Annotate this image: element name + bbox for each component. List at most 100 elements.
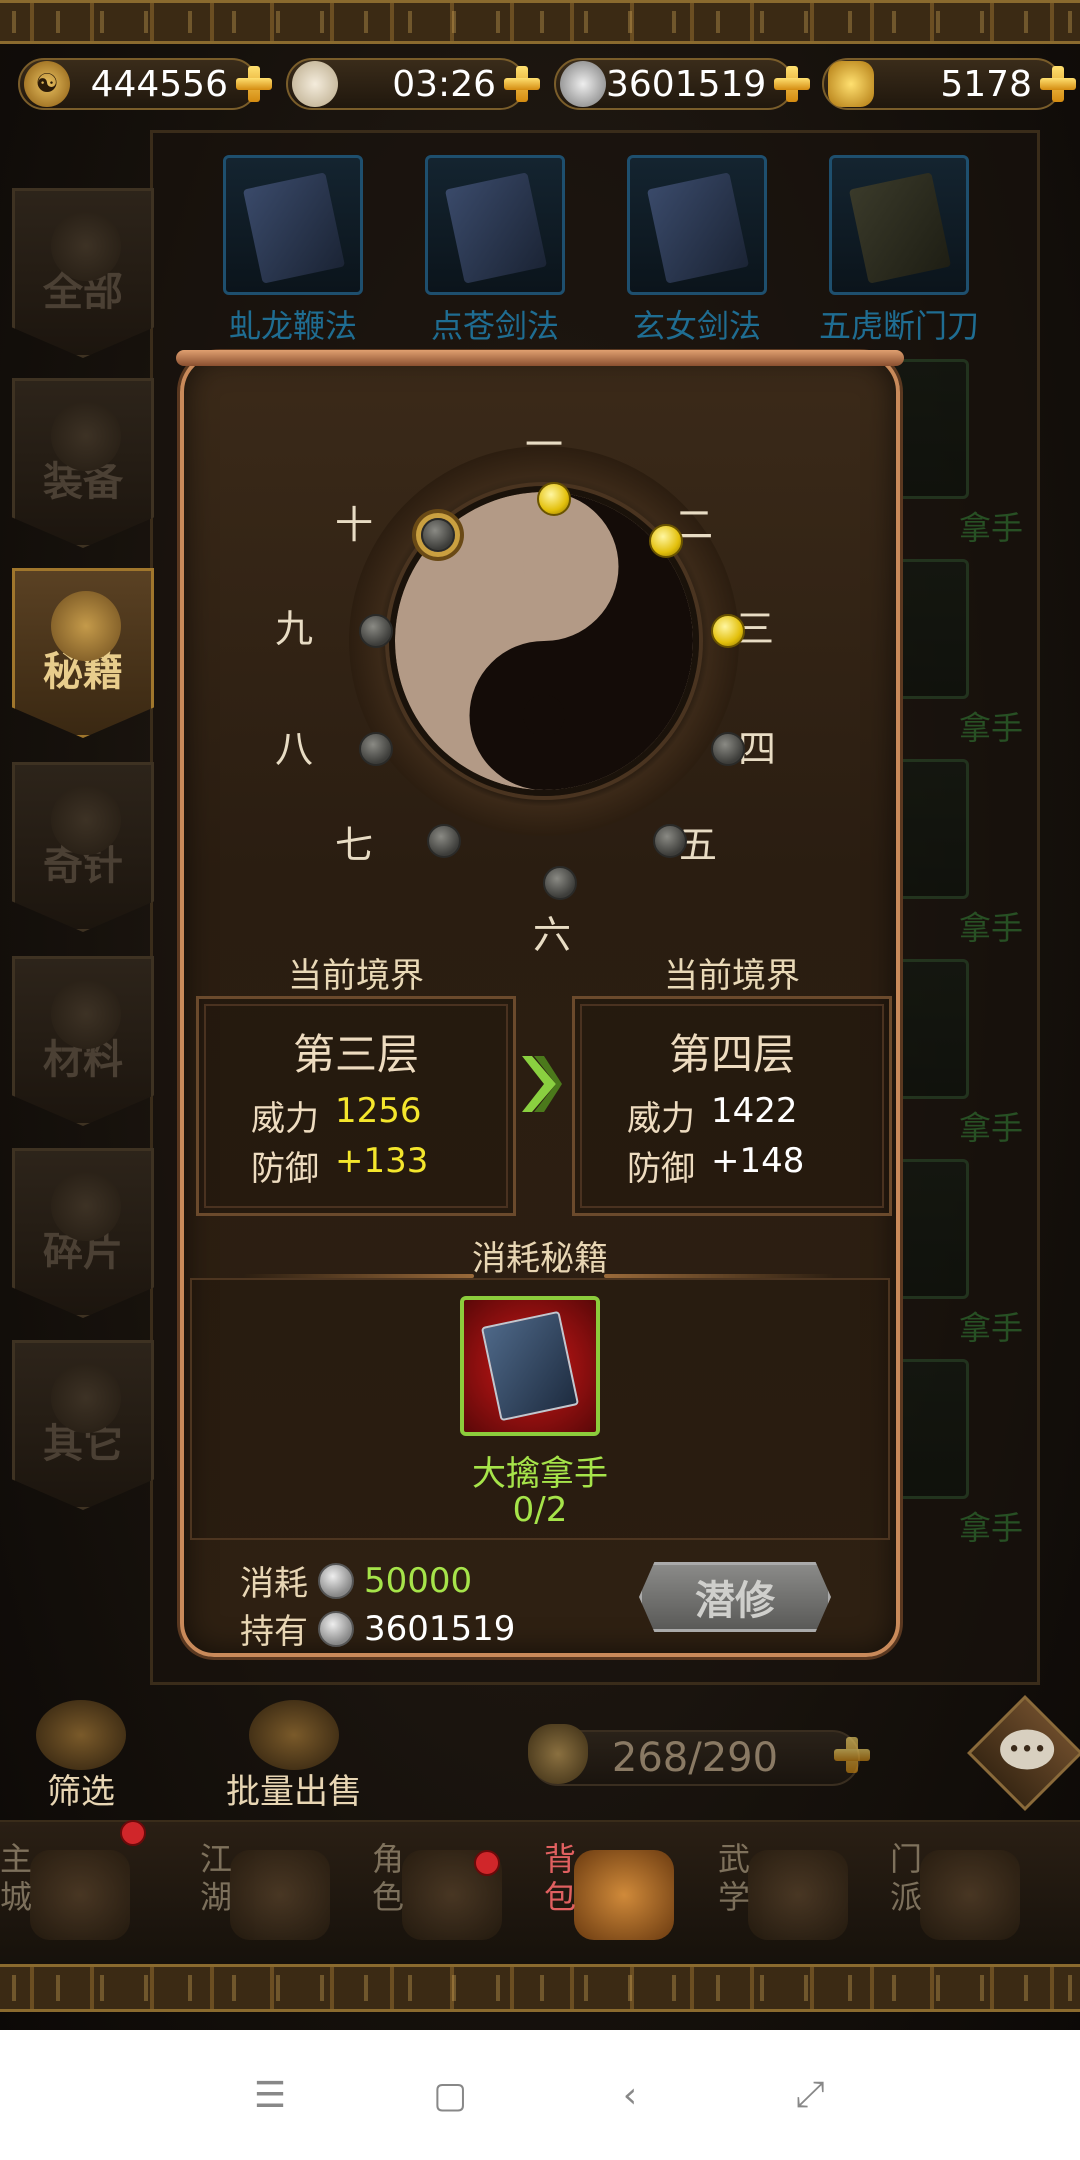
needle-icon [51, 785, 121, 855]
inventory-item[interactable] [223, 155, 363, 295]
fragment-scroll-icon [51, 1171, 121, 1241]
currency-jade-value: 444556 [90, 63, 228, 105]
crossed-weapons-icon [230, 1850, 330, 1940]
wheel-node[interactable] [711, 614, 745, 648]
currency-gold: 5178 [822, 58, 1076, 110]
wheel-node[interactable] [359, 732, 393, 766]
silver-coin-icon [318, 1610, 354, 1647]
currency-stamina: 03:26 [286, 58, 540, 110]
current-power-row: 威力 1256 [251, 1091, 422, 1140]
tab-needles[interactable]: 奇针 [12, 762, 154, 932]
wheel-node[interactable] [543, 866, 577, 900]
nav-main-city[interactable]: 主城 [0, 1830, 150, 1960]
current-level-heading: 当前境界 [288, 956, 424, 996]
manual-book-icon [480, 1310, 580, 1422]
add-stamina-button[interactable] [502, 64, 542, 104]
add-silver-button[interactable] [772, 64, 812, 104]
screenshot-icon[interactable]: ⤢ [790, 2074, 830, 2115]
add-jade-button[interactable] [234, 64, 274, 104]
inventory-item-label: 点苍剑法 [430, 307, 559, 345]
menu-icon[interactable]: ☰ [250, 2075, 290, 2116]
wheel-node[interactable] [359, 614, 393, 648]
nav-character[interactable]: 角色 [372, 1830, 522, 1960]
notification-badge [474, 1850, 500, 1876]
gold-ingot-icon [828, 61, 874, 107]
next-level-box: 第四层 威力 1422 防御 +148 [572, 996, 892, 1216]
system-nav-bar: ☰ ▢ ‹ ⤢ [0, 2030, 1080, 2160]
tab-all[interactable]: 全部 [12, 188, 154, 358]
nav-sect[interactable]: 门派 [890, 1830, 1040, 1960]
scroll-book-icon [51, 591, 121, 661]
next-defense-value: +148 [711, 1141, 805, 1181]
city-gate-icon [30, 1850, 130, 1940]
book-icon [444, 172, 548, 284]
inventory-item[interactable] [627, 155, 767, 295]
current-level-box: 第三层 威力 1256 防御 +133 [196, 996, 516, 1216]
cost-row: 消耗 50000 [240, 1556, 472, 1605]
power-label: 威力 [251, 1099, 319, 1139]
nav-jianghu[interactable]: 江湖 [200, 1830, 350, 1960]
inventory-item-label: 拿手 [958, 1309, 1023, 1347]
defense-label: 防御 [627, 1149, 695, 1189]
bulk-sell-button[interactable]: 批量出售 [226, 1700, 362, 1813]
bulk-sell-label: 批量出售 [226, 1772, 362, 1812]
popup-top-trim [176, 350, 904, 366]
wheel-node[interactable] [649, 524, 683, 558]
tab-equipment[interactable]: 装备 [12, 378, 154, 548]
inventory-item-label: 拿手 [958, 1509, 1023, 1547]
current-defense-value: +133 [335, 1141, 429, 1181]
wheel-node[interactable] [537, 482, 571, 516]
currency-silver-value: 3601519 [606, 63, 767, 105]
inventory-item-label: 五虎断门刀 [818, 307, 979, 345]
book-icon [242, 172, 346, 284]
game-screen: ☯ 444556 03:26 3601519 5178 虬龙鞭法 点苍剑法 玄女… [0, 0, 1080, 2160]
book-icon [848, 172, 952, 284]
silver-coin-icon [560, 61, 606, 107]
next-power-value: 1422 [711, 1091, 798, 1131]
wheel-node[interactable] [421, 518, 455, 552]
consume-title: 消耗秘籍 [472, 1239, 608, 1279]
nav-label: 角色 [372, 1840, 405, 1916]
tab-fragments[interactable]: 碎片 [12, 1148, 154, 1318]
nav-label: 江湖 [200, 1840, 233, 1916]
tab-materials[interactable]: 材料 [12, 956, 154, 1126]
add-gold-button[interactable] [1038, 64, 1078, 104]
expand-bag-button[interactable] [832, 1735, 872, 1775]
wheel-node[interactable] [711, 732, 745, 766]
wheel-node[interactable] [427, 824, 461, 858]
tab-manuals[interactable]: 秘籍 [12, 568, 154, 738]
tab-other[interactable]: 其它 [12, 1340, 154, 1510]
power-label: 威力 [627, 1099, 695, 1139]
nav-label: 背包 [544, 1840, 577, 1916]
home-icon[interactable]: ▢ [430, 2075, 470, 2116]
cultivate-button[interactable]: 潜修 [639, 1562, 831, 1632]
inventory-item[interactable] [425, 155, 565, 295]
bun-stamina-icon [292, 61, 338, 107]
gourd-icon [51, 1363, 121, 1433]
wheel-numeral: 八 [274, 727, 313, 771]
inventory-item[interactable] [829, 155, 969, 295]
nav-bag[interactable]: 背包 [544, 1830, 694, 1960]
sword-icon [51, 401, 121, 471]
consume-book-slot[interactable] [460, 1296, 600, 1436]
ore-icon [51, 979, 121, 1049]
chat-button[interactable]: ••• [967, 1695, 1080, 1811]
wheel-node[interactable] [653, 824, 687, 858]
next-level-title: 第四层 [668, 1030, 795, 1079]
next-defense-row: 防御 +148 [627, 1141, 804, 1190]
cultivation-popup: 一 二 三 四 五 六 七 八 九 十 当前境界 当前境界 第三层 威力 125… [176, 350, 904, 1657]
coins-icon [249, 1700, 339, 1770]
nav-martial-arts[interactable]: 武学 [718, 1830, 868, 1960]
book-icon [646, 172, 750, 284]
owned-row: 持有 3601519 [240, 1604, 515, 1653]
bottom-ornament-border [0, 1964, 1080, 2012]
consume-book-count: 0/2 [512, 1490, 568, 1530]
currency-silver: 3601519 [554, 58, 811, 110]
owned-value: 3601519 [364, 1608, 516, 1649]
filter-button[interactable]: 筛选 [36, 1700, 126, 1813]
top-ornament-border [0, 0, 1080, 44]
cost-value: 50000 [364, 1560, 473, 1601]
defense-label: 防御 [251, 1149, 319, 1189]
back-icon[interactable]: ‹ [610, 2075, 650, 2116]
inventory-item-label: 拿手 [958, 909, 1023, 947]
